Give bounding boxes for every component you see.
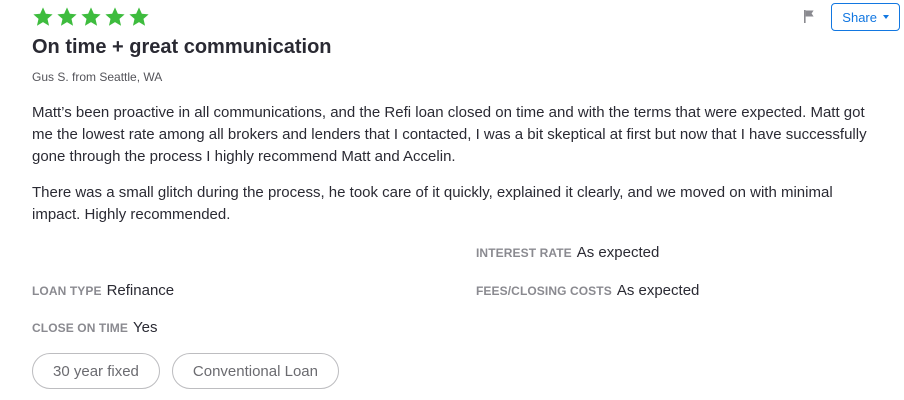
star-icon	[56, 6, 78, 28]
tag-pill: 30 year fixed	[32, 353, 160, 389]
review-author: Gus S. from Seattle, WA	[32, 70, 163, 84]
star-icon	[80, 6, 102, 28]
detail-value: As expected	[576, 244, 660, 261]
detail-label: Fees/closing costs	[476, 284, 612, 298]
star-icon	[104, 6, 126, 28]
star-rating	[32, 6, 150, 28]
caret-down-icon	[883, 15, 889, 19]
detail-interest-rate: Interest rate As expected	[476, 244, 659, 261]
detail-label: Interest rate	[476, 246, 572, 260]
share-button[interactable]: Share	[831, 3, 900, 31]
review-paragraph: Matt’s been proactive in all communicati…	[32, 104, 867, 165]
tag-pill: Conventional Loan	[171, 353, 339, 389]
flag-icon[interactable]	[803, 9, 817, 25]
detail-close-on-time: Close on time Yes	[32, 319, 157, 336]
review-card: Share On time + great communication Gus …	[0, 0, 904, 400]
detail-fees: Fees/closing costs As expected	[476, 282, 699, 299]
detail-value: As expected	[616, 282, 700, 299]
detail-label: Loan type	[32, 284, 102, 298]
detail-value: Refinance	[106, 282, 175, 299]
loan-tags: 30 year fixed Conventional Loan	[32, 353, 339, 389]
star-icon	[32, 6, 54, 28]
review-body: Matt’s been proactive in all communicati…	[32, 102, 882, 240]
star-icon	[128, 6, 150, 28]
detail-label: Close on time	[32, 321, 128, 335]
review-actions: Share	[803, 3, 900, 31]
review-title: On time + great communication	[32, 36, 332, 58]
review-paragraph: There was a small glitch during the proc…	[32, 184, 833, 223]
share-button-label: Share	[842, 9, 877, 25]
detail-value: Yes	[132, 319, 158, 336]
detail-loan-type: Loan type Refinance	[32, 282, 174, 299]
